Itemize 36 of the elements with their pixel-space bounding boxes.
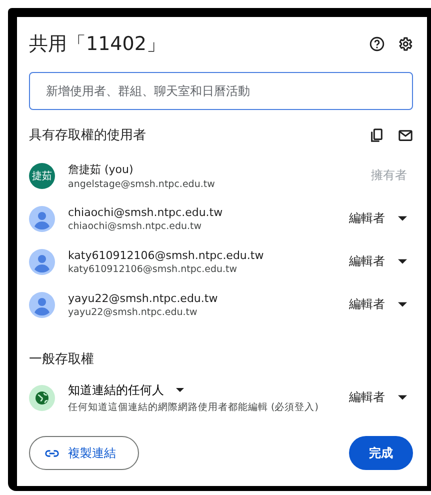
person-avatar-icon: [29, 248, 55, 274]
person-avatar-icon: [29, 292, 55, 318]
person-email: yayu22@smsh.ntpc.edu.tw: [68, 306, 198, 318]
access-description: 任何知道這個連結的網際網路使用者都能編輯 (必須登入): [68, 400, 318, 414]
access-dropdown[interactable]: 知道連結的任何人: [68, 382, 184, 398]
caret-icon: [398, 216, 407, 221]
person-email: chiaochi@smsh.ntpc.edu.tw: [68, 220, 202, 232]
globe-icon: [29, 384, 55, 410]
avatar: 捷茹: [29, 162, 55, 188]
person-email: katy610912106@smsh.ntpc.edu.tw: [68, 264, 238, 274]
person-name: chiaochi@smsh.ntpc.edu.tw: [68, 206, 223, 218]
settings-icon[interactable]: [397, 36, 413, 52]
person-name: katy610912106@smsh.ntpc.edu.tw: [68, 248, 264, 262]
dialog-title: 共用「11402」: [29, 32, 166, 57]
link-icon: [45, 450, 59, 456]
copy-link-button[interactable]: 複製連結: [29, 436, 139, 470]
owner-role: 擁有者: [370, 167, 408, 184]
caret-icon: [398, 302, 407, 307]
role-dropdown[interactable]: 編輯者: [345, 296, 413, 313]
email-icon[interactable]: [398, 128, 413, 142]
role-dropdown[interactable]: 編輯者: [345, 253, 413, 270]
add-people-field[interactable]: 新增使用者、群組、聊天室和日曆活動: [29, 72, 413, 110]
help-icon[interactable]: [369, 36, 385, 52]
caret-icon: [398, 395, 407, 400]
person-name: yayu22@smsh.ntpc.edu.tw: [68, 292, 218, 304]
caret-icon: [398, 259, 407, 264]
copy-icon[interactable]: [369, 128, 384, 142]
section-heading: 具有存取權的使用者: [29, 127, 147, 144]
person-name: 詹捷茹 (you): [68, 162, 134, 176]
caret-icon: [176, 388, 184, 392]
done-button[interactable]: 完成: [349, 436, 413, 470]
section-heading: 一般存取權: [29, 351, 95, 368]
role-dropdown[interactable]: 編輯者: [345, 210, 413, 227]
role-dropdown[interactable]: 編輯者: [345, 389, 413, 406]
person-avatar-icon: [29, 206, 55, 232]
person-email: angelstage@smsh.ntpc.edu.tw: [68, 178, 215, 190]
